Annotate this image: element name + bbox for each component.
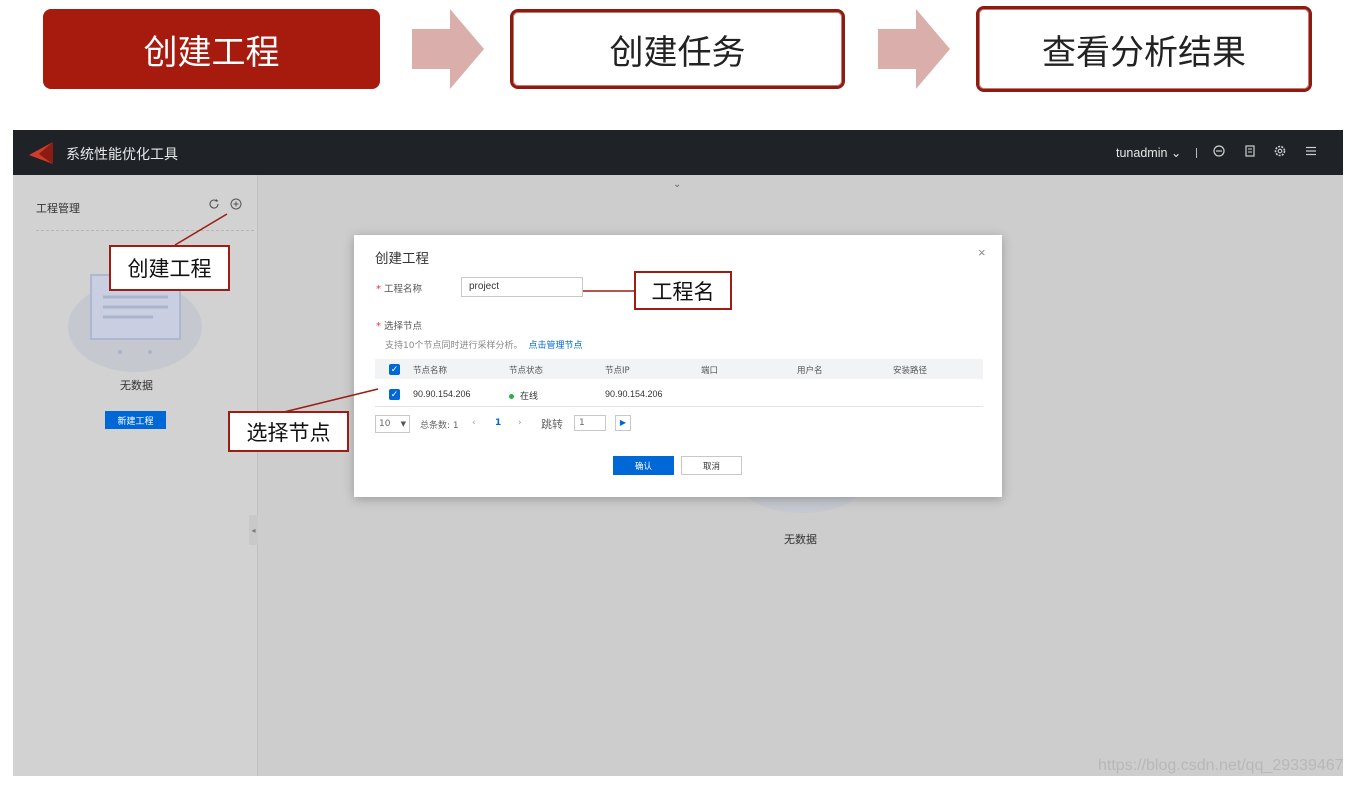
document-icon[interactable] xyxy=(1242,144,1258,160)
sidebar-divider xyxy=(36,230,254,231)
row-checkbox[interactable]: ✓ xyxy=(389,389,400,400)
project-name-label-text: 工程名称 xyxy=(384,284,423,295)
online-status-dot xyxy=(509,394,514,400)
close-icon[interactable]: × xyxy=(978,245,986,260)
pagination: 10 ▼ 总条数: 1 ‹ 1 › 跳转 1 ▶ xyxy=(375,415,775,433)
chevron-down-icon[interactable]: ⌄ xyxy=(673,179,681,190)
node-status-cell: 在线 xyxy=(509,389,538,402)
top-bar: 系统性能优化工具 tunadmin ⌄ xyxy=(13,130,1343,175)
step-arrow-icon xyxy=(412,9,484,89)
select-nodes-label: * 选择节点 xyxy=(376,318,422,332)
menu-icon[interactable] xyxy=(1303,144,1319,160)
dialog-title: 创建工程 xyxy=(375,251,429,267)
required-mark: * xyxy=(376,284,381,295)
logout-icon[interactable] xyxy=(1211,144,1227,160)
confirm-button[interactable]: 确认 xyxy=(613,456,674,475)
manage-nodes-link[interactable]: 点击管理节点 xyxy=(528,341,582,351)
settings-icon[interactable] xyxy=(1272,144,1288,160)
column-header: 节点IP xyxy=(605,366,630,376)
caret-down-icon: ▼ xyxy=(400,420,406,428)
callout-select-nodes: 选择节点 xyxy=(228,411,349,452)
project-name-label: * 工程名称 xyxy=(376,281,422,295)
project-name-input[interactable]: project xyxy=(461,277,583,297)
current-page[interactable]: 1 xyxy=(495,418,501,428)
user-menu[interactable]: tunadmin ⌄ xyxy=(1116,145,1181,160)
node-ip-cell: 90.90.154.206 xyxy=(605,389,663,399)
required-mark: * xyxy=(376,321,381,332)
callout-project-name: 工程名 xyxy=(634,271,732,310)
column-header: 端口 xyxy=(701,366,719,376)
step-create-task: 创建任务 xyxy=(510,9,845,89)
collapse-sidebar-handle[interactable]: ◂ xyxy=(249,515,258,545)
watermark: https://blog.csdn.net/qq_29339467 xyxy=(1098,757,1344,774)
jump-go-button[interactable]: ▶ xyxy=(615,415,631,431)
nodes-hint-text: 支持10个节点同时进行采样分析。 xyxy=(385,341,523,351)
node-status-text: 在线 xyxy=(520,391,539,401)
jump-label: 跳转 xyxy=(541,418,563,431)
node-table-header: ✓ 节点名称 节点状态 节点IP 端口 用户名 安装路径 xyxy=(375,359,983,379)
add-project-icon[interactable] xyxy=(230,198,242,213)
prev-page-button[interactable]: ‹ xyxy=(472,418,476,428)
select-all-checkbox[interactable]: ✓ xyxy=(389,364,400,375)
main-empty-text: 无数据 xyxy=(784,533,817,546)
sidebar-title: 工程管理 xyxy=(36,202,80,215)
column-header: 用户名 xyxy=(797,366,823,376)
jump-page-input[interactable]: 1 xyxy=(574,415,606,431)
page-size-select[interactable]: 10 ▼ xyxy=(375,415,410,433)
step-arrow-icon xyxy=(878,9,950,89)
select-nodes-label-text: 选择节点 xyxy=(384,321,423,332)
total-count: 总条数: 1 xyxy=(420,421,459,431)
next-page-button[interactable]: › xyxy=(518,418,522,428)
step-view-results: 查看分析结果 xyxy=(976,6,1312,92)
nodes-hint: 支持10个节点同时进行采样分析。 点击管理节点 xyxy=(385,338,582,351)
node-name-cell: 90.90.154.206 xyxy=(413,389,471,399)
app-logo-icon xyxy=(29,142,53,164)
step-create-project: 创建工程 xyxy=(43,9,380,89)
new-project-button[interactable]: 新建工程 xyxy=(105,411,166,429)
app-window: 系统性能优化工具 tunadmin ⌄ 工程管理 无数据 新建工程 ◂ ⌄ 无数… xyxy=(13,130,1343,776)
page-size-value: 10 xyxy=(379,419,391,429)
column-header: 节点名称 xyxy=(413,366,448,376)
table-row[interactable]: ✓ 90.90.154.206 在线 90.90.154.206 xyxy=(375,383,983,407)
sidebar-empty-text: 无数据 xyxy=(120,379,153,392)
app-title: 系统性能优化工具 xyxy=(66,147,178,163)
refresh-icon[interactable] xyxy=(208,198,220,213)
column-header: 安装路径 xyxy=(893,366,928,376)
toolbar-divider xyxy=(1196,148,1197,158)
column-header: 节点状态 xyxy=(509,366,544,376)
cancel-button[interactable]: 取消 xyxy=(681,456,742,475)
callout-create-project: 创建工程 xyxy=(109,245,230,291)
